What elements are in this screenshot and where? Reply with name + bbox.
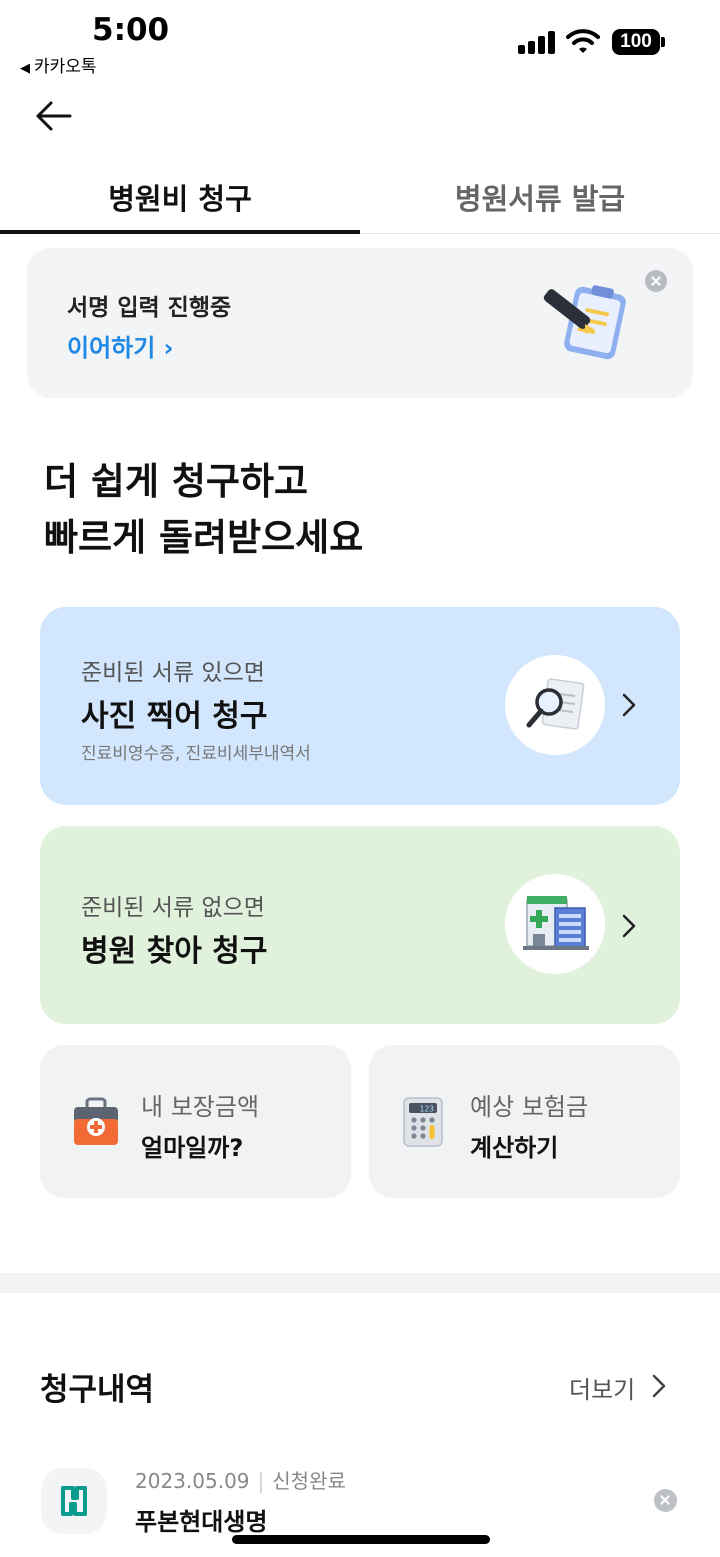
photo-claim-subtitle: 준비된 서류 있으면 bbox=[81, 660, 265, 686]
claim-status: 신청완료 bbox=[272, 1469, 346, 1493]
section-divider bbox=[0, 1273, 720, 1293]
insurer-logo-icon bbox=[41, 1468, 107, 1534]
clipboard-pen-icon bbox=[543, 285, 626, 360]
calculator-display: 123 bbox=[420, 1105, 435, 1114]
hospital-claim-subtitle: 준비된 서류 없으면 bbox=[81, 895, 265, 921]
meta-separator: | bbox=[257, 1469, 265, 1493]
coverage-amount-card[interactable]: 내 보장금액 얼마일까? bbox=[40, 1045, 351, 1198]
hospital-claim-title: 병원 찾아 청구 bbox=[81, 934, 268, 969]
tab-hospital-document-issue[interactable]: 병원서류 발급 bbox=[360, 160, 720, 234]
continue-link[interactable]: 이어하기 › bbox=[67, 328, 174, 363]
headline-line-2: 빠르게 돌려받으세요 bbox=[44, 516, 364, 559]
claim-history-title: 청구내역 bbox=[40, 1372, 155, 1408]
insurer-name: 푸본현대생명 bbox=[135, 1508, 268, 1536]
back-arrow-icon[interactable] bbox=[34, 98, 74, 134]
see-more-link[interactable]: 더보기 bbox=[569, 1370, 635, 1405]
claim-date: 2023.05.09 bbox=[135, 1469, 250, 1493]
headline-line-1: 더 쉽게 청구하고 bbox=[44, 460, 309, 503]
first-aid-kit-icon bbox=[74, 1097, 118, 1145]
photo-claim-note: 진료비영수증, 진료비세부내역서 bbox=[81, 744, 311, 764]
calculator-icon: 123 bbox=[403, 1097, 443, 1147]
signature-progress-title: 서명 입력 진행중 bbox=[67, 295, 232, 321]
wifi-icon bbox=[566, 29, 600, 53]
remove-claim-icon[interactable] bbox=[654, 1489, 677, 1512]
fubon-hyundai-logo bbox=[61, 1486, 87, 1516]
home-indicator[interactable] bbox=[232, 1535, 490, 1544]
coverage-card-subtitle: 내 보장금액 bbox=[141, 1093, 260, 1121]
document-magnifier-icon bbox=[526, 678, 585, 730]
claim-meta: 2023.05.09 | 신청완료 bbox=[135, 1465, 346, 1494]
status-time: 5:00 bbox=[92, 12, 170, 48]
battery-indicator: 100 bbox=[612, 29, 660, 55]
chevron-right-icon bbox=[622, 693, 636, 717]
back-app-label: 카카오톡 bbox=[34, 57, 97, 77]
tab-hospital-bill-claim[interactable]: 병원비 청구 bbox=[0, 160, 360, 234]
hospital-building-icon-circle bbox=[505, 874, 605, 974]
calculator-card-title: 계산하기 bbox=[470, 1134, 559, 1162]
photo-claim-title: 사진 찍어 청구 bbox=[81, 699, 268, 734]
document-magnifier-icon-circle bbox=[505, 655, 605, 755]
chevron-right-icon bbox=[622, 914, 636, 938]
battery-tip bbox=[661, 37, 665, 47]
back-to-app-link[interactable]: ◀ 카카오톡 bbox=[20, 52, 97, 77]
coverage-card-title: 얼마일까? bbox=[141, 1134, 244, 1162]
calculator-card-subtitle: 예상 보험금 bbox=[470, 1093, 589, 1121]
tab-bar: 병원비 청구 병원서류 발급 bbox=[0, 160, 720, 234]
cellular-signal-icon bbox=[518, 30, 556, 54]
close-icon[interactable] bbox=[645, 270, 667, 292]
insurance-calculator-card[interactable]: 123 예상 보험금 계산하기 bbox=[369, 1045, 680, 1198]
main-headline: 더 쉽게 청구하고 빠르게 돌려받으세요 bbox=[44, 454, 363, 566]
chevron-right-icon[interactable] bbox=[652, 1374, 666, 1398]
photo-claim-card[interactable]: 준비된 서류 있으면 사진 찍어 청구 진료비영수증, 진료비세부내역서 bbox=[40, 607, 680, 805]
signature-progress-banner[interactable]: 서명 입력 진행중 이어하기 › bbox=[27, 248, 693, 398]
hospital-building-icon bbox=[523, 896, 589, 950]
hospital-claim-card[interactable]: 준비된 서류 없으면 병원 찾아 청구 bbox=[40, 826, 680, 1024]
status-bar: 5:00 ◀ 카카오톡 100 bbox=[0, 0, 720, 80]
back-triangle-icon: ◀ bbox=[20, 61, 30, 76]
